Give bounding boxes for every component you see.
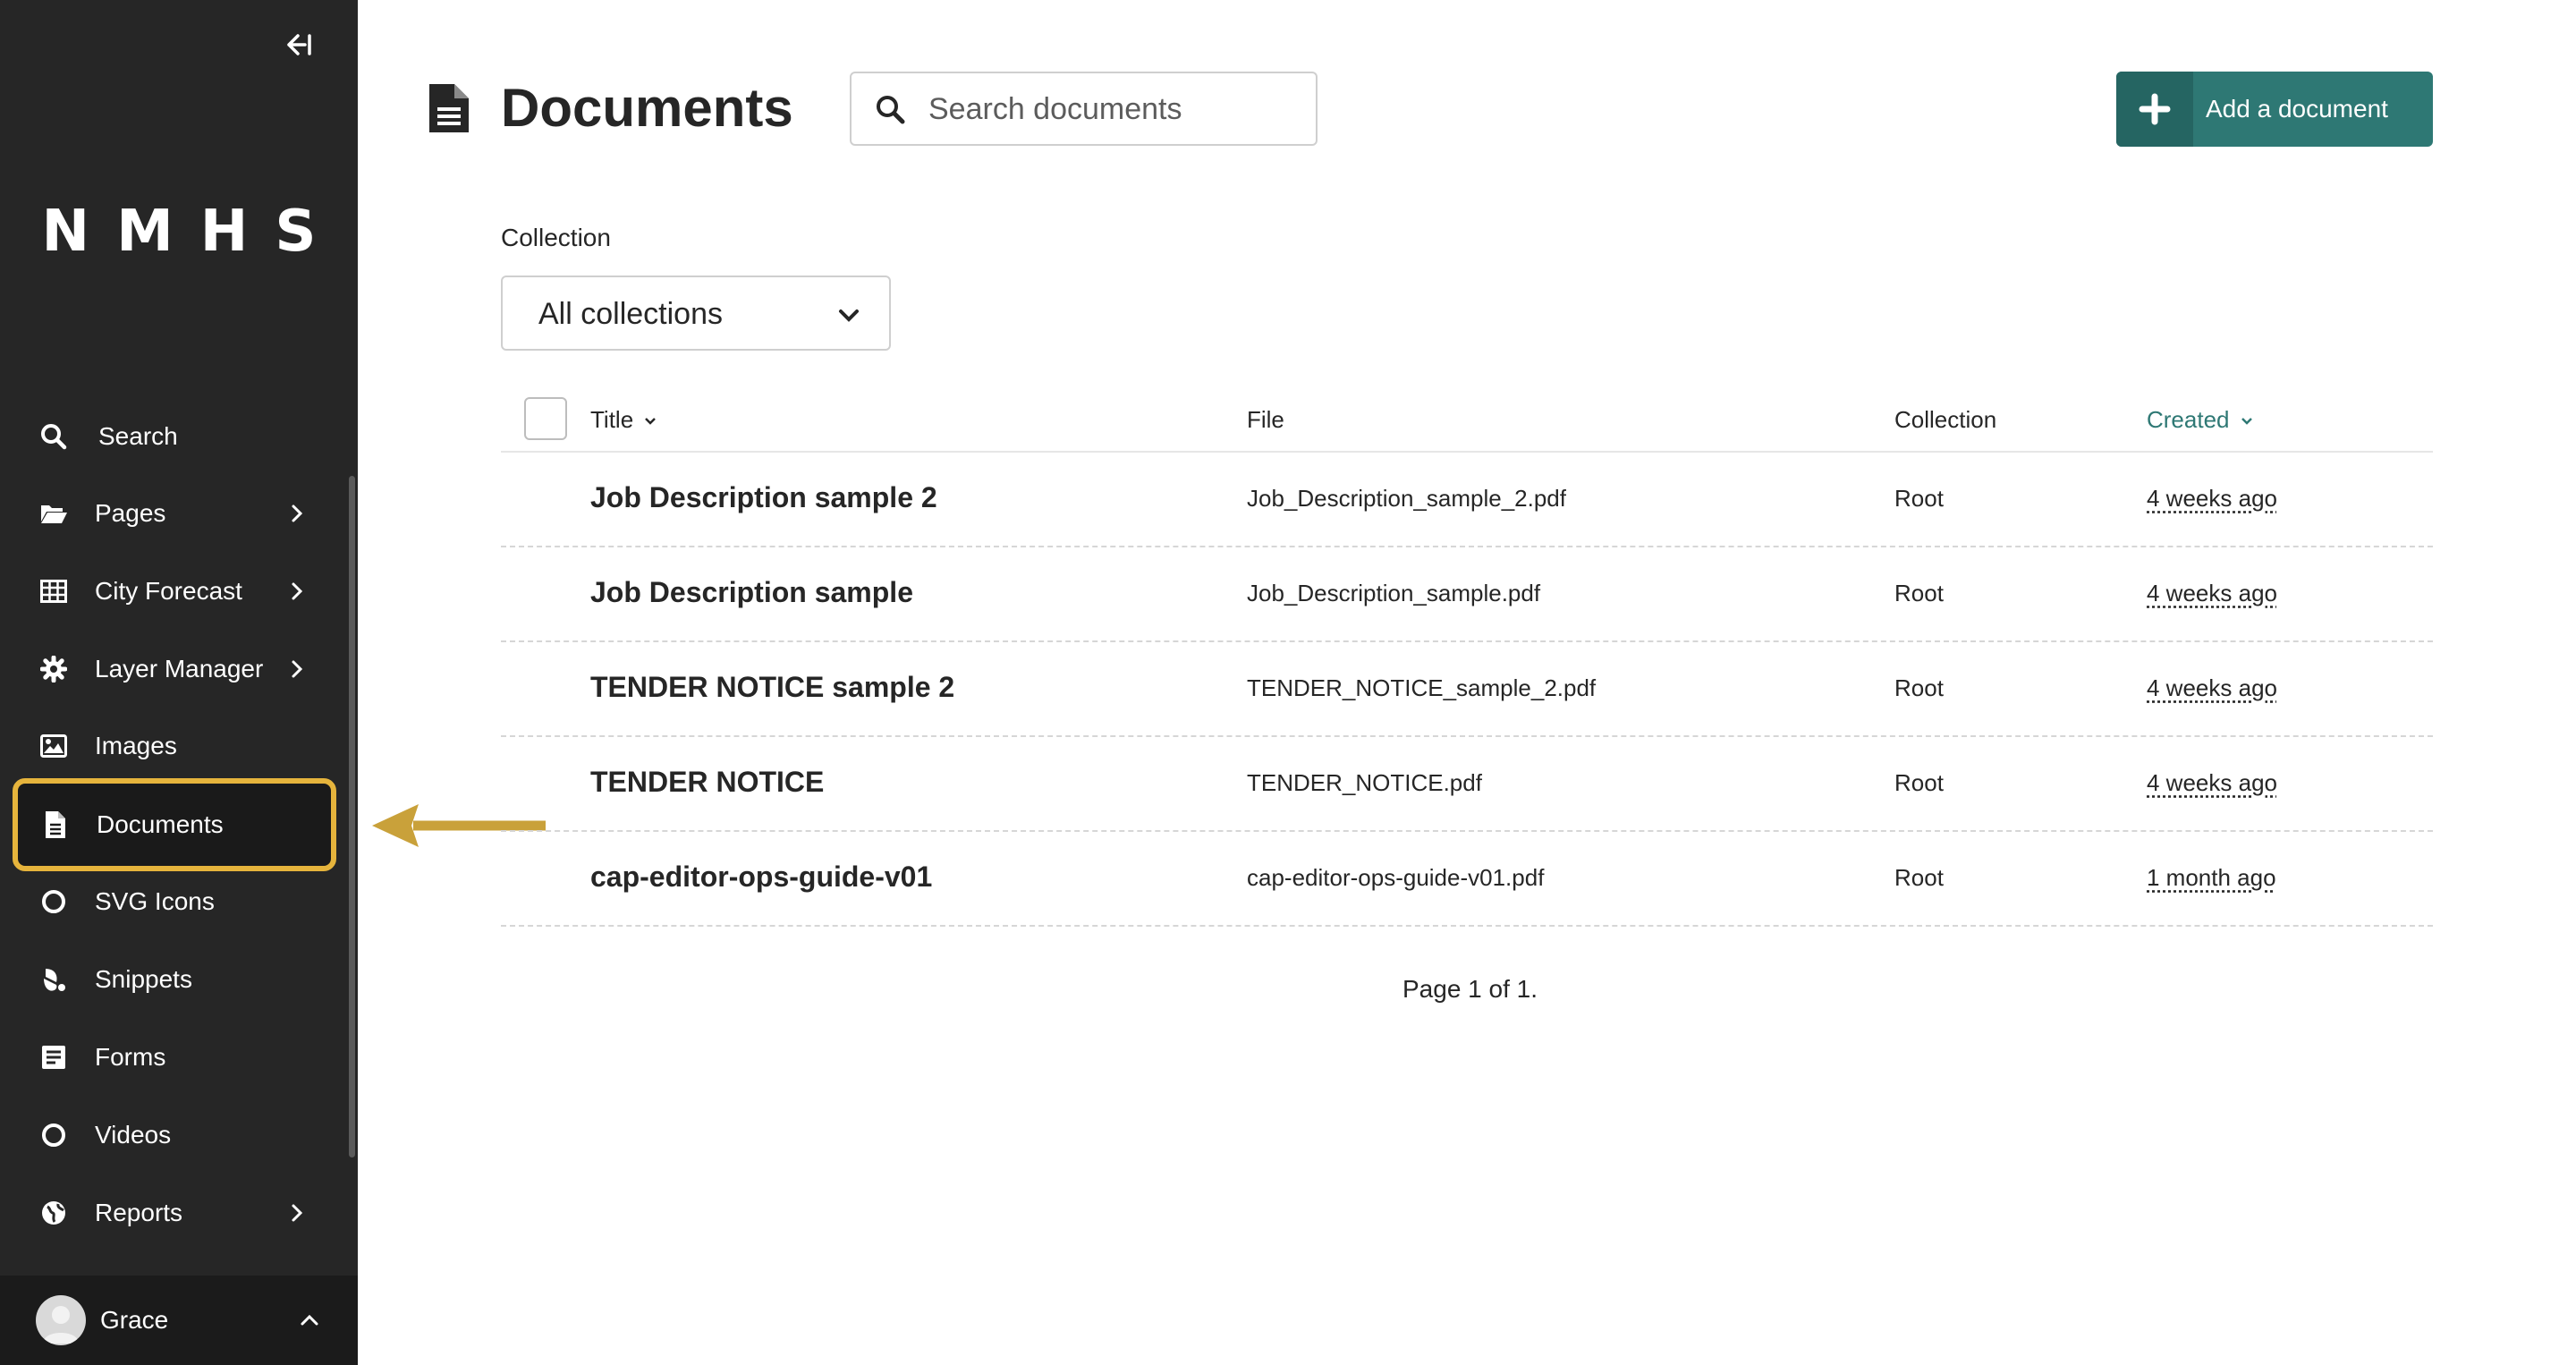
sidebar-item-reports[interactable]: Reports xyxy=(11,1178,335,1248)
chevron-up-icon xyxy=(299,1310,320,1331)
sidebar-item-label: Videos xyxy=(95,1121,172,1149)
chevron-right-icon xyxy=(286,1202,308,1224)
add-document-label: Add a document xyxy=(2206,95,2388,123)
document-collection: Root xyxy=(1894,580,1944,606)
gear-icon xyxy=(39,655,68,683)
account-menu-toggle[interactable]: Grace xyxy=(0,1276,358,1365)
image-icon xyxy=(39,732,68,760)
document-file: Job_Description_sample.pdf xyxy=(1247,580,1541,606)
chevron-right-icon xyxy=(286,658,308,680)
column-header-label: Title xyxy=(590,406,634,433)
document-icon xyxy=(41,810,70,839)
chevron-right-icon xyxy=(286,581,308,602)
chevron-right-icon xyxy=(286,503,308,524)
chevron-down-icon xyxy=(645,417,657,425)
chevron-down-icon xyxy=(2241,417,2252,425)
user-name: Grace xyxy=(100,1306,169,1334)
table-header: Title File Collection Created xyxy=(501,392,2433,453)
document-file: Job_Description_sample_2.pdf xyxy=(1247,485,1566,512)
avatar xyxy=(36,1295,86,1345)
document-collection: Root xyxy=(1894,864,1944,891)
plus-icon xyxy=(2116,72,2193,147)
document-collection: Root xyxy=(1894,485,1944,512)
select-all-checkbox[interactable] xyxy=(524,397,567,440)
column-header-label: Created xyxy=(2147,406,2230,433)
sidebar-scrollbar[interactable] xyxy=(349,476,355,1157)
document-created: 4 weeks ago xyxy=(2147,580,2277,606)
collection-select[interactable]: All collections xyxy=(501,276,891,351)
circle-icon xyxy=(39,887,68,916)
column-header-created[interactable]: Created xyxy=(2147,406,2255,434)
sidebar-item-svg-icons[interactable]: SVG Icons xyxy=(11,867,335,937)
search-documents-input[interactable] xyxy=(928,88,1304,131)
column-header-file: File xyxy=(1247,406,1284,433)
collapse-sidebar-button[interactable] xyxy=(279,25,318,64)
sidebar-item-city-forecast[interactable]: City Forecast xyxy=(11,556,335,626)
table-row: TENDER NOTICE sample 2 TENDER_NOTICE_sam… xyxy=(501,642,2433,737)
circle-icon xyxy=(39,1121,68,1149)
table-row: TENDER NOTICE TENDER_NOTICE.pdf Root 4 w… xyxy=(501,737,2433,832)
sidebar-item-label: Snippets xyxy=(95,965,192,993)
pagination-status: Page 1 of 1. xyxy=(1402,975,1538,1003)
sidebar: NMHS Search Pages City Forecast Layer Ma… xyxy=(0,0,358,1365)
collapse-left-icon xyxy=(287,34,311,55)
chevron-down-icon xyxy=(839,309,859,322)
table-row: cap-editor-ops-guide-v01 cap-editor-ops-… xyxy=(501,832,2433,927)
document-collection: Root xyxy=(1894,674,1944,701)
add-document-button[interactable]: Add a document xyxy=(2116,72,2433,147)
document-file: TENDER_NOTICE.pdf xyxy=(1247,769,1482,796)
form-icon xyxy=(39,1043,68,1072)
document-icon xyxy=(429,84,469,132)
table-icon xyxy=(39,577,68,606)
document-created: 4 weeks ago xyxy=(2147,485,2277,512)
document-collection: Root xyxy=(1894,769,1944,796)
document-title-link[interactable]: TENDER NOTICE xyxy=(590,766,824,799)
sidebar-item-label: Search xyxy=(98,422,178,450)
search-icon xyxy=(877,95,905,123)
column-header-title[interactable]: Title xyxy=(590,406,658,434)
table-row: Job Description sample 2 Job_Description… xyxy=(501,453,2433,547)
search-icon xyxy=(39,422,68,451)
user-avatar-icon xyxy=(43,1306,79,1344)
document-title-link[interactable]: TENDER NOTICE sample 2 xyxy=(590,671,954,704)
sidebar-item-documents[interactable]: Documents xyxy=(13,778,336,871)
document-file: cap-editor-ops-guide-v01.pdf xyxy=(1247,864,1545,891)
page-title: Documents xyxy=(501,78,793,138)
document-created: 1 month ago xyxy=(2147,864,2276,891)
site-logo[interactable]: NMHS xyxy=(0,199,358,265)
sidebar-item-search[interactable]: Search xyxy=(11,402,335,471)
globe-icon xyxy=(39,1199,68,1227)
search-box xyxy=(850,72,1318,146)
document-created: 4 weeks ago xyxy=(2147,769,2277,796)
table-row: Job Description sample Job_Description_s… xyxy=(501,547,2433,642)
sidebar-item-snippets[interactable]: Snippets xyxy=(11,945,335,1014)
collection-selected-value: All collections xyxy=(538,297,723,331)
sidebar-item-label: Layer Manager xyxy=(95,655,264,682)
column-header-collection: Collection xyxy=(1894,406,1997,433)
sidebar-item-label: SVG Icons xyxy=(95,887,215,915)
collection-filter-label: Collection xyxy=(501,224,611,251)
sidebar-item-label: Reports xyxy=(95,1199,183,1226)
sidebar-item-images[interactable]: Images xyxy=(11,711,335,781)
sidebar-item-layer-manager[interactable]: Layer Manager xyxy=(11,634,335,704)
sidebar-item-label: Pages xyxy=(95,499,166,527)
document-title-link[interactable]: Job Description sample 2 xyxy=(590,481,937,514)
sidebar-item-label: Documents xyxy=(97,810,224,838)
sidebar-item-label: Forms xyxy=(95,1043,166,1071)
document-title-link[interactable]: Job Description sample xyxy=(590,576,913,609)
folder-open-icon xyxy=(39,499,68,528)
document-created: 4 weeks ago xyxy=(2147,674,2277,701)
document-title-link[interactable]: cap-editor-ops-guide-v01 xyxy=(590,861,932,894)
sidebar-item-label: Images xyxy=(95,732,177,759)
sidebar-item-label: City Forecast xyxy=(95,577,242,605)
document-file: TENDER_NOTICE_sample_2.pdf xyxy=(1247,674,1597,701)
sidebar-item-forms[interactable]: Forms xyxy=(11,1022,335,1092)
snippet-icon xyxy=(39,965,68,994)
sidebar-item-videos[interactable]: Videos xyxy=(11,1100,335,1170)
sidebar-item-pages[interactable]: Pages xyxy=(11,479,335,548)
